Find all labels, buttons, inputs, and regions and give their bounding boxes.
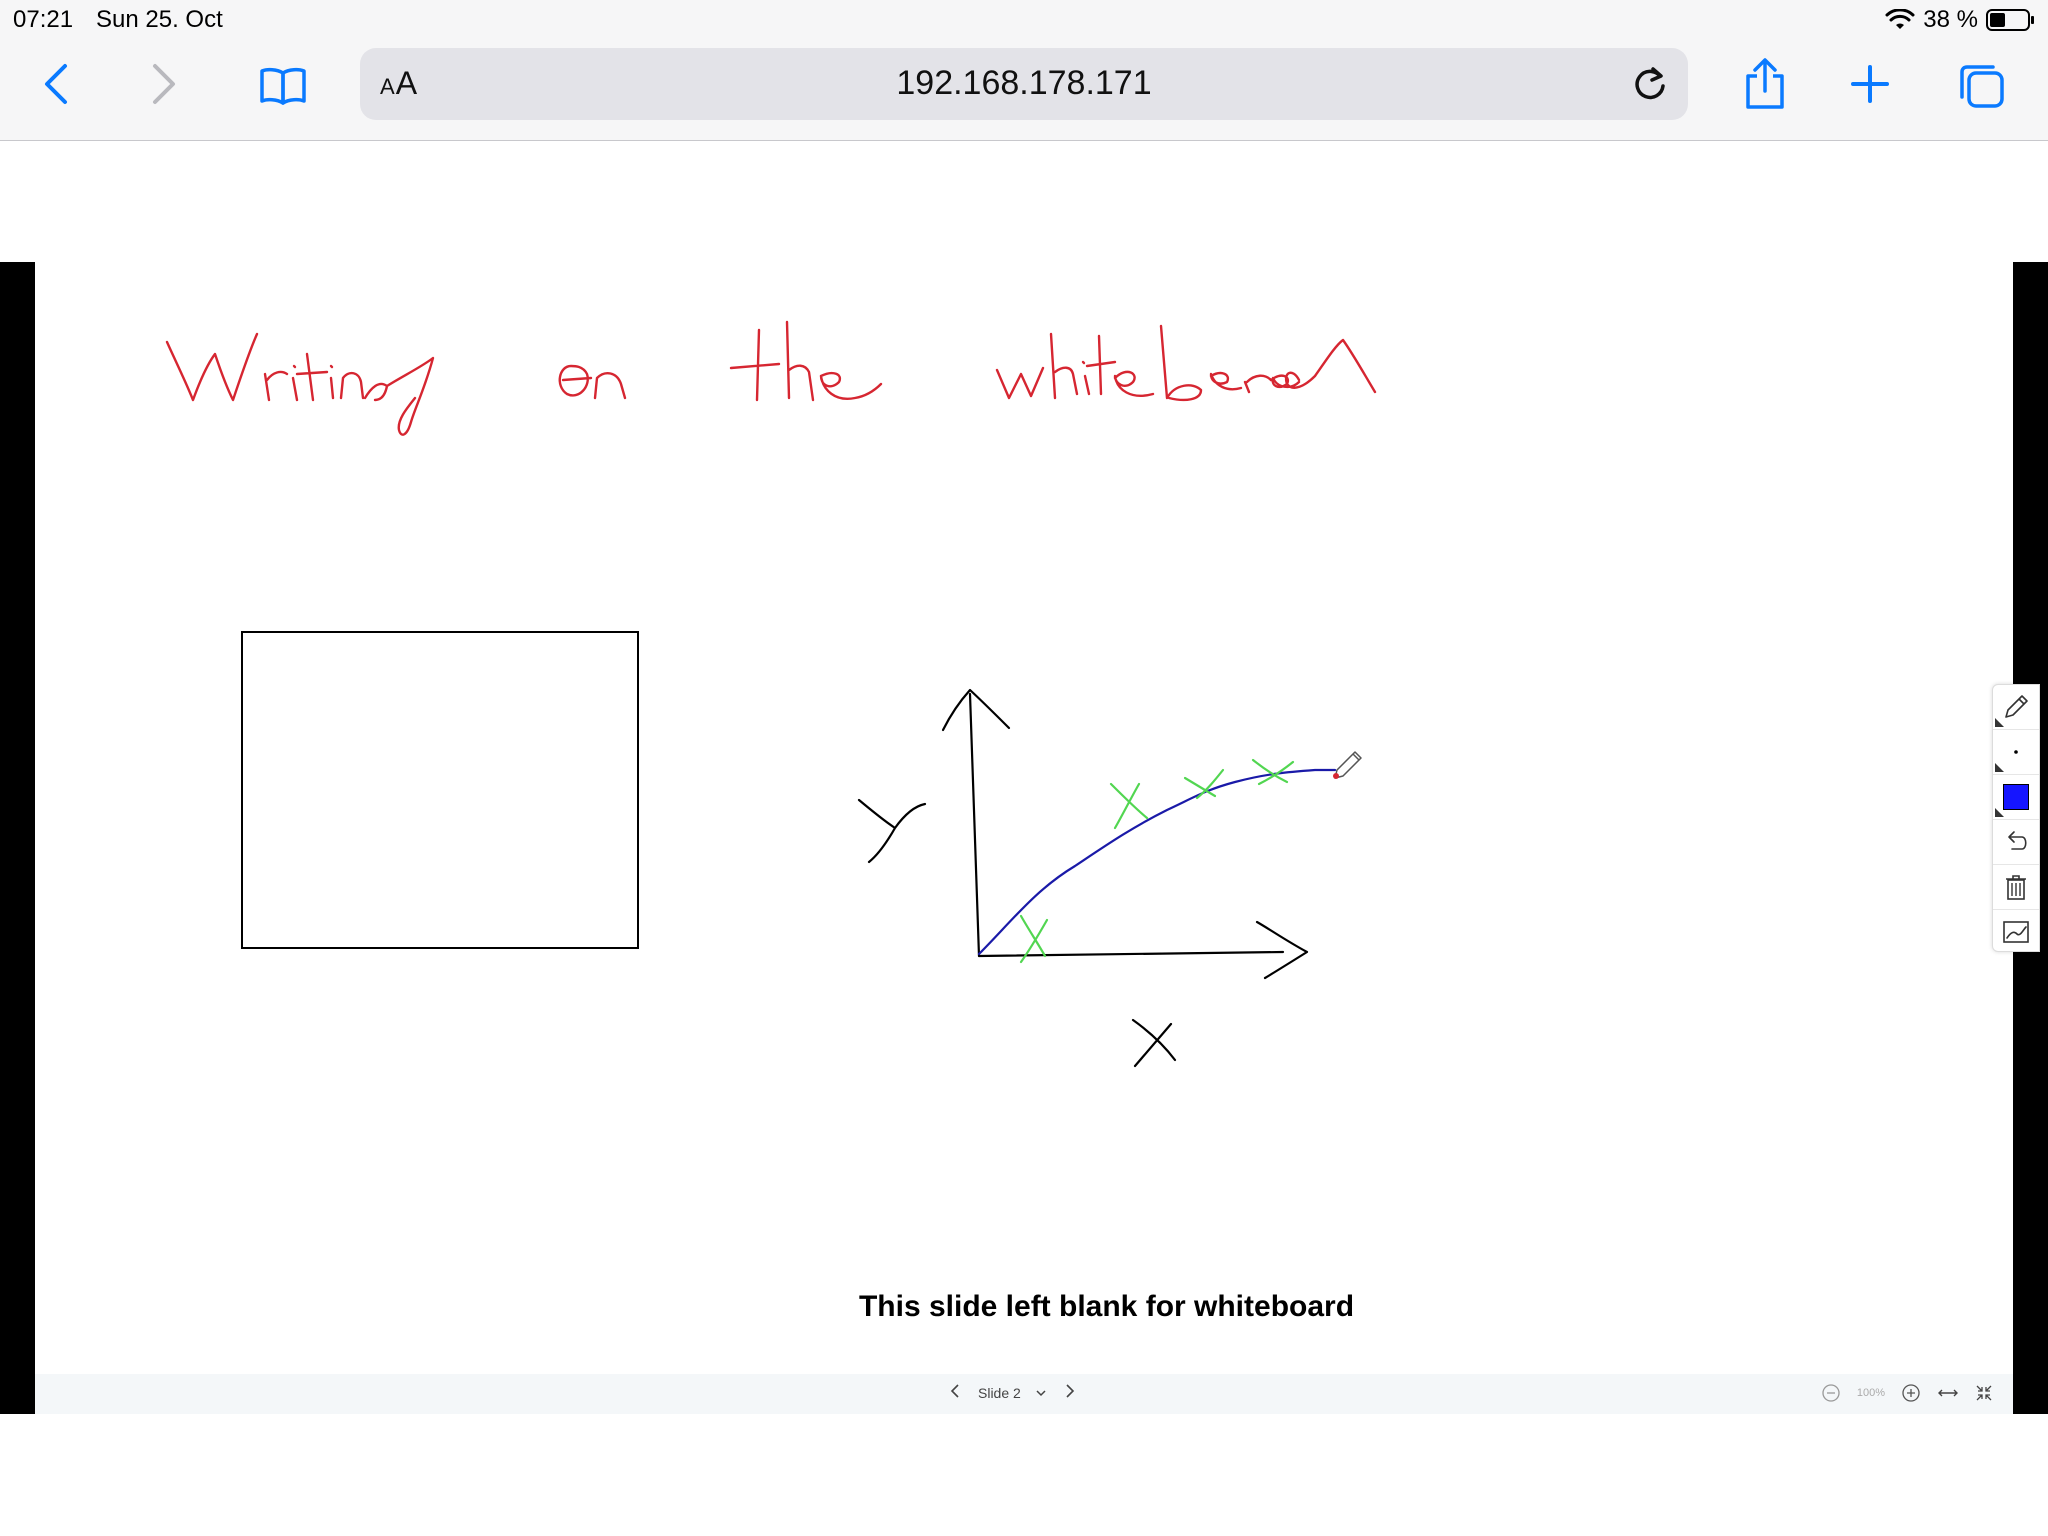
marker-3	[1183, 768, 1225, 800]
hw-letter-i1	[291, 376, 299, 402]
hw-letter-e3	[1209, 371, 1243, 391]
hw-letter-t2	[729, 328, 781, 402]
undo-icon	[2008, 831, 2027, 850]
zoom-controls: 100%	[1821, 1383, 1993, 1403]
url-text: 192.168.178.171	[896, 64, 1152, 102]
x-axis-label	[1131, 1018, 1177, 1068]
hw-letter-d	[1284, 338, 1377, 394]
hw-letter-n2	[593, 372, 627, 400]
hw-letter-t	[295, 352, 329, 402]
address-bar[interactable]: AA 192.168.178.171	[360, 48, 1688, 120]
y-axis	[968, 692, 981, 958]
marker-2	[1109, 782, 1149, 830]
hw-letter-t3	[1085, 334, 1117, 396]
slide-selector[interactable]: Slide 2	[978, 1385, 1047, 1401]
pencil-icon	[2005, 695, 2028, 718]
x-axis-arrow	[1255, 920, 1309, 980]
handwriting-title	[165, 320, 1377, 436]
slide-nav-center: Slide 2	[950, 1382, 1075, 1404]
pencil-tool[interactable]	[1993, 685, 2039, 730]
back-button[interactable]	[36, 62, 76, 106]
page-content: This slide left blank for whiteboard Sli…	[0, 141, 2048, 1536]
whiteboard-canvas[interactable]	[35, 262, 2013, 1374]
submenu-marker	[1995, 763, 2004, 772]
hw-letter-i3	[1083, 374, 1091, 396]
hw-letter-r2	[1243, 374, 1273, 394]
hw-letter-e	[819, 371, 883, 400]
submenu-marker	[1995, 718, 2004, 727]
graph-tool[interactable]	[1993, 910, 2039, 954]
chevron-right-icon	[1066, 1384, 1074, 1398]
hw-letter-b	[1159, 324, 1203, 402]
status-bar: 07:21 Sun 25. Oct 38 %	[0, 0, 2048, 40]
undo-tool[interactable]	[1993, 820, 2039, 865]
new-tab-button[interactable]	[1850, 64, 1890, 104]
share-icon	[1746, 58, 1784, 109]
point-size-icon	[2014, 750, 2018, 754]
hw-letter-h2	[1049, 332, 1079, 400]
hw-letter-h	[785, 320, 815, 402]
drawn-graph	[857, 688, 1309, 1068]
forward-icon	[153, 64, 175, 104]
hw-letter-o	[558, 364, 593, 397]
tool-palette	[1992, 684, 2040, 952]
chart-icon	[2003, 921, 2029, 943]
y-axis-arrow	[941, 688, 1011, 732]
slide-caption: This slide left blank for whiteboard	[858, 1290, 1355, 1323]
chevron-left-icon	[950, 1384, 959, 1398]
hw-letter-r	[263, 370, 289, 402]
hw-letter-w2	[995, 366, 1045, 400]
hw-dot-i2	[329, 364, 334, 369]
color-swatch	[2003, 784, 2029, 810]
status-right: 38 %	[1885, 6, 2036, 34]
slide: This slide left blank for whiteboard	[35, 262, 2040, 1374]
zoom-out-icon[interactable]	[1821, 1383, 1841, 1403]
color-tool[interactable]	[1993, 775, 2039, 820]
zoom-level: 100%	[1856, 1387, 1885, 1399]
hw-letter-g	[363, 356, 435, 436]
next-slide-button[interactable]	[1065, 1382, 1075, 1404]
prev-slide-button[interactable]	[950, 1382, 960, 1404]
hw-letter-i2	[329, 376, 335, 400]
reload-icon[interactable]	[1630, 64, 1670, 104]
new-tab-icon	[1851, 65, 1889, 103]
slide-label: Slide 2	[978, 1385, 1021, 1401]
bookmarks-icon	[260, 67, 306, 105]
status-time: 07:21	[13, 6, 74, 33]
fit-width-icon[interactable]	[1937, 1386, 1959, 1400]
drawn-rectangle	[241, 631, 639, 949]
pen-cursor-icon	[1333, 751, 1362, 779]
hw-letter-e2	[1113, 370, 1155, 397]
hw-letter-n	[339, 371, 365, 400]
browser-toolbar: AA 192.168.178.171	[0, 40, 2048, 141]
status-date: Sun 25. Oct	[96, 6, 223, 33]
bookmarks-button[interactable]	[258, 64, 308, 106]
hw-dot-i3	[1081, 360, 1086, 365]
battery-percent: 38 %	[1923, 6, 1978, 33]
zoom-in-icon[interactable]	[1901, 1383, 1921, 1403]
back-icon	[45, 64, 67, 104]
drawn-curve	[977, 768, 1337, 956]
battery-icon	[1986, 9, 2034, 31]
submenu-marker	[1995, 808, 2004, 817]
hw-letter-w	[165, 332, 259, 402]
wifi-icon	[1885, 9, 1915, 29]
clear-tool[interactable]	[1993, 865, 2039, 910]
data-markers	[1019, 758, 1295, 964]
tabs-button[interactable]	[1956, 60, 2006, 110]
exit-fullscreen-icon[interactable]	[1975, 1384, 1993, 1402]
chevron-down-icon	[1036, 1390, 1046, 1397]
point-size-tool[interactable]	[1993, 730, 2039, 775]
slide-nav-bar: Slide 2 100%	[35, 1374, 2013, 1414]
hw-dot-i1	[292, 364, 297, 369]
y-axis-label	[857, 798, 927, 864]
tabs-icon	[1960, 65, 2004, 108]
trash-icon	[2006, 875, 2026, 900]
forward-button[interactable]	[144, 62, 184, 106]
share-button[interactable]	[1740, 56, 1790, 112]
presentation-frame: This slide left blank for whiteboard Sli…	[0, 262, 2048, 1414]
